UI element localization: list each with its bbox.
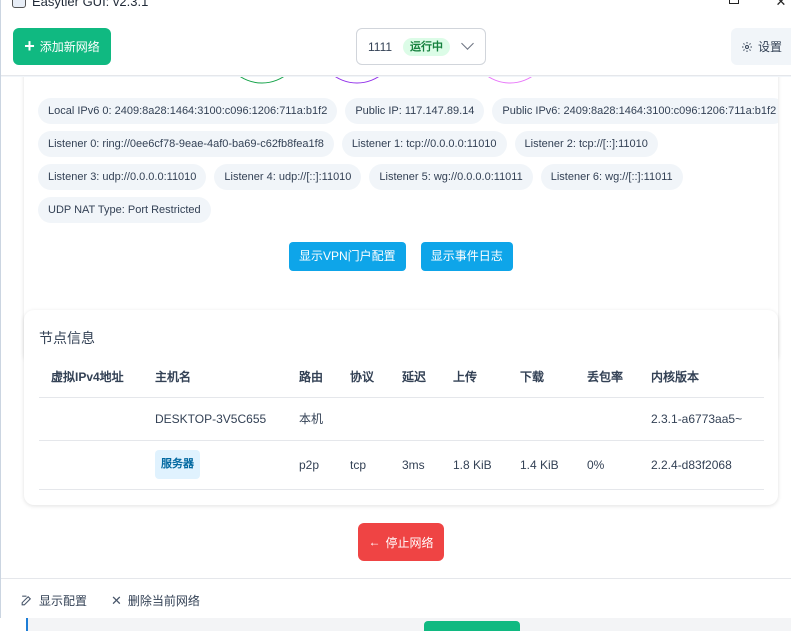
cell-protocol: tcp [350,440,402,490]
maximize-icon [729,0,739,4]
close-icon: ✕ [111,592,122,608]
close-button[interactable]: ✕ [758,0,791,12]
col-upload[interactable]: 上传 [453,357,520,398]
peer-table: 虚拟IPv4地址 主机名 路由 协议 延迟 上传 下载 丢包率 内核版本 DES… [39,357,764,490]
cell-download: 1.4 KiB [520,440,587,490]
node-action-buttons: 显示VPN门户配置 显示事件日志 [289,242,513,271]
chip-row-addresses: Local IPv6 0: 2409:8a28:1464:3100:c096:1… [38,98,778,124]
settings-label: 设置 [758,40,783,54]
listener-chip: Listener 3: udp://0.0.0.0:11010 [38,164,207,190]
cell-hostname: DESKTOP-3V5C655 [155,397,299,441]
chevron-down-icon [461,37,474,50]
main-content[interactable]: Local IPv6 0: 2409:8a28:1464:3100:c096:1… [0,77,791,578]
app-icon [12,0,26,8]
stop-network-button[interactable]: ← 停止网络 [358,523,444,561]
col-ipv4[interactable]: 虚拟IPv4地址 [39,357,155,398]
cell-upload [453,397,520,441]
edit-icon [21,595,32,606]
close-icon: ✕ [775,0,787,9]
network-status-badge: 运行中 [403,38,450,56]
listener-chip: Listener 2: tcp://[::]:11010 [514,131,658,157]
background-green-button [424,621,520,631]
cell-protocol [350,397,402,441]
cell-download [520,397,587,441]
cell-latency: 3ms [402,440,453,490]
chip-row-listeners-1: Listener 0: ring://0ee6cf78-9eae-4af0-ba… [38,131,658,157]
col-hostname[interactable]: 主机名 [155,357,299,398]
status-circle-green [240,77,284,84]
peer-table-header: 虚拟IPv4地址 主机名 路由 协议 延迟 上传 下载 丢包率 内核版本 [39,357,764,398]
cell-version: 2.3.1-a6773aa5~ [651,397,764,441]
cell-upload: 1.8 KiB [453,440,520,490]
cell-route: p2p [299,440,350,490]
show-event-log-button[interactable]: 显示事件日志 [420,242,513,271]
chip-row-nat: UDP NAT Type: Port Restricted [38,197,211,223]
listener-chip: Listener 4: udp://[::]:11010 [214,164,362,190]
cell-latency [402,397,453,441]
local-ipv6-chip: Local IPv6 0: 2409:8a28:1464:3100:c096:1… [38,98,338,124]
col-version[interactable]: 内核版本 [651,357,764,398]
title-bar: Easytier GUI: v2.3.1 ✕ [0,0,791,12]
toolbar: + 添加新网络 1111 运行中 设置 [0,12,791,76]
background-window-strip [0,618,791,631]
public-ipv6-chip: Public IPv6: 2409:8a28:1464:3100:c096:12… [492,98,778,124]
status-circles [240,77,532,84]
cell-ipv4 [39,397,155,441]
cell-hostname: 服务器 [155,440,299,490]
cell-version: 2.2.4-d83f2068 [651,440,764,490]
col-loss[interactable]: 丢包率 [587,357,651,398]
show-config-label: 显示配置 [39,594,88,608]
settings-button[interactable]: 设置 [731,28,791,65]
delete-network-button[interactable]: ✕ 删除当前网络 [111,592,200,609]
minimize-button[interactable] [664,0,710,12]
stop-network-label: 停止网络 [385,535,434,550]
listener-chip: Listener 5: wg://0.0.0.0:11011 [369,164,533,190]
arrow-left-icon: ← [368,535,381,549]
network-select[interactable]: 1111 运行中 [356,28,486,65]
listener-chip: Listener 1: tcp://0.0.0.0:11010 [341,131,507,157]
window-title: Easytier GUI: v2.3.1 [32,0,149,9]
peer-info-card: 节点信息 虚拟IPv4地址 主机名 路由 协议 延迟 上传 下载 丢包率 内核版… [24,310,778,505]
add-network-label: 添加新网络 [39,40,100,54]
nat-type-chip: UDP NAT Type: Port Restricted [38,197,211,223]
col-download[interactable]: 下载 [520,357,587,398]
delete-network-label: 删除当前网络 [127,594,200,608]
gear-icon [742,41,752,52]
peer-info-heading: 节点信息 [39,330,95,346]
table-row[interactable]: 服务器 p2p tcp 3ms 1.8 KiB 1.4 KiB 0% 2.2.4… [39,440,764,490]
cell-loss: 0% [587,440,651,490]
network-name: 1111 [368,40,393,54]
footer-bar: 显示配置 ✕ 删除当前网络 [0,578,791,618]
listener-chip: Listener 6: wg://[::]:11011 [540,164,683,190]
background-window-edge [0,618,28,631]
col-latency[interactable]: 延迟 [402,357,453,398]
col-protocol[interactable]: 协议 [350,357,402,398]
show-config-button[interactable]: 显示配置 [20,592,87,609]
public-ip-chip: Public IP: 117.147.89.14 [345,98,485,124]
cell-loss [587,397,651,441]
chip-row-listeners-2: Listener 3: udp://0.0.0.0:11010 Listener… [38,164,683,190]
cell-route: 本机 [299,397,350,441]
listener-chip: Listener 0: ring://0ee6cf78-9eae-4af0-ba… [38,131,334,157]
show-vpn-portal-button[interactable]: 显示VPN门户配置 [289,242,406,271]
table-row[interactable]: DESKTOP-3V5C655 本机 2.3.1-a6773aa5~ [39,397,764,441]
plus-icon: + [24,35,35,56]
maximize-button[interactable] [711,0,757,12]
add-network-button[interactable]: + 添加新网络 [13,28,111,65]
col-route[interactable]: 路由 [299,357,350,398]
status-circle-pink [488,77,532,84]
status-circle-purple [335,77,379,84]
server-badge: 服务器 [155,450,200,479]
cell-ipv4 [39,440,155,490]
